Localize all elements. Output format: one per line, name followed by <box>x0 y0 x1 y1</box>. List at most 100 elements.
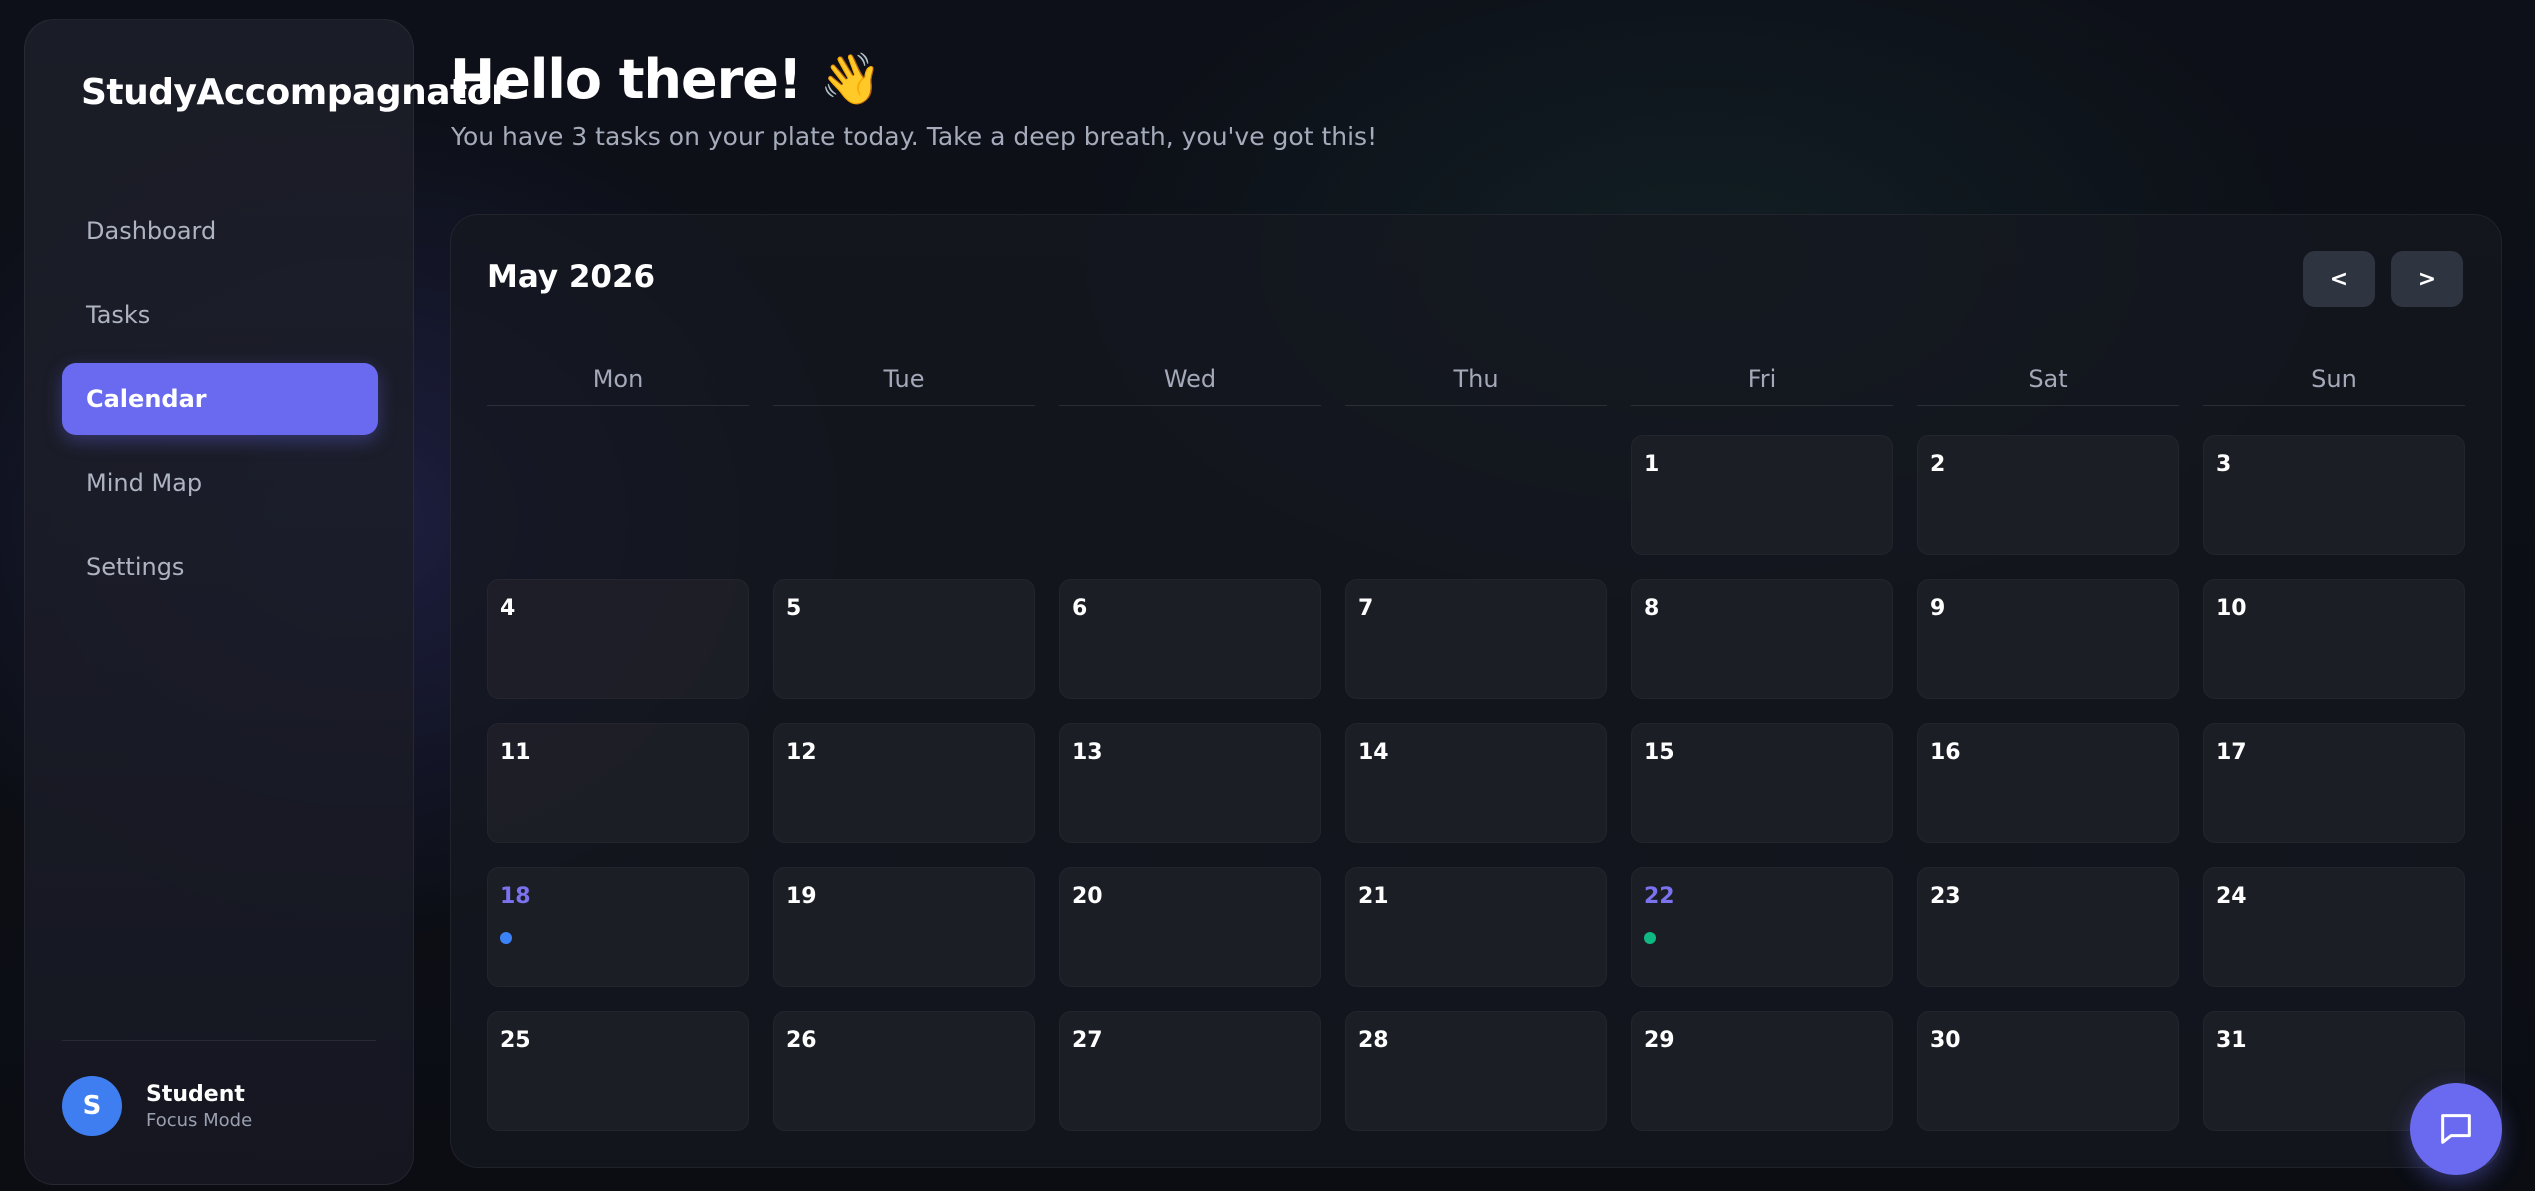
sidebar-item-tasks[interactable]: Tasks <box>62 279 378 351</box>
calendar-day-14[interactable]: 14 <box>1345 723 1607 843</box>
calendar-day-number: 21 <box>1358 884 1389 909</box>
calendar-day-11[interactable]: 11 <box>487 723 749 843</box>
calendar-day-30[interactable]: 30 <box>1917 1011 2179 1131</box>
calendar-day-17[interactable]: 17 <box>2203 723 2465 843</box>
calendar-day-number: 8 <box>1644 596 1660 621</box>
sidebar-nav: Dashboard Tasks Calendar Mind Map Settin… <box>62 195 378 615</box>
calendar-day-number: 11 <box>500 740 531 765</box>
chat-bubble-icon <box>2441 1114 2471 1144</box>
calendar-day-number: 28 <box>1358 1028 1389 1053</box>
calendar-day-28[interactable]: 28 <box>1345 1011 1607 1131</box>
calendar-day-number: 31 <box>2216 1028 2247 1053</box>
calendar-day-number: 29 <box>1644 1028 1675 1053</box>
calendar-day-number: 15 <box>1644 740 1675 765</box>
user-name: Student <box>146 1081 245 1107</box>
page-subtitle: You have 3 tasks on your plate today. Ta… <box>451 122 1378 151</box>
calendar-day-3[interactable]: 3 <box>2203 435 2465 555</box>
sidebar-item-dashboard[interactable]: Dashboard <box>62 195 378 267</box>
weekday-header: Mon Tue Wed Thu Fri Sat Sun <box>487 365 2465 406</box>
calendar-day-number: 1 <box>1644 452 1660 477</box>
calendar-empty-cell <box>1345 435 1607 555</box>
weekday-wed: Wed <box>1059 365 1321 406</box>
sidebar-divider <box>62 1040 376 1041</box>
calendar-day-number: 25 <box>500 1028 531 1053</box>
weekday-sat: Sat <box>1917 365 2179 406</box>
calendar-day-number: 9 <box>1930 596 1946 621</box>
calendar-day-number: 7 <box>1358 596 1374 621</box>
user-info: Student Focus Mode <box>146 1082 252 1131</box>
calendar-day-number: 14 <box>1358 740 1389 765</box>
calendar-day-15[interactable]: 15 <box>1631 723 1893 843</box>
weekday-mon: Mon <box>487 365 749 406</box>
calendar-day-23[interactable]: 23 <box>1917 867 2179 987</box>
calendar-day-number: 5 <box>786 596 802 621</box>
calendar-day-21[interactable]: 21 <box>1345 867 1607 987</box>
calendar-day-5[interactable]: 5 <box>773 579 1035 699</box>
calendar-day-number: 12 <box>786 740 817 765</box>
calendar-empty-cell <box>773 435 1035 555</box>
sidebar-item-mind-map[interactable]: Mind Map <box>62 447 378 519</box>
calendar-day-19[interactable]: 19 <box>773 867 1035 987</box>
calendar-day-number: 27 <box>1072 1028 1103 1053</box>
calendar-day-4[interactable]: 4 <box>487 579 749 699</box>
calendar-card: May 2026 < > Mon Tue Wed Thu Fri Sat Sun… <box>450 214 2502 1168</box>
calendar-day-number: 16 <box>1930 740 1961 765</box>
brand-logo-text[interactable]: StudyAccompagnator <box>81 72 509 113</box>
avatar[interactable]: S <box>62 1076 122 1136</box>
calendar-day-26[interactable]: 26 <box>773 1011 1035 1131</box>
chat-button[interactable] <box>2410 1083 2502 1175</box>
calendar-day-9[interactable]: 9 <box>1917 579 2179 699</box>
calendar-day-27[interactable]: 27 <box>1059 1011 1321 1131</box>
calendar-day-number: 18 <box>500 884 531 909</box>
sidebar: StudyAccompagnator Dashboard Tasks Calen… <box>24 19 509 1185</box>
calendar-day-number: 3 <box>2216 452 2232 477</box>
calendar-day-1[interactable]: 1 <box>1631 435 1893 555</box>
calendar-day-number: 30 <box>1930 1028 1961 1053</box>
next-month-button[interactable]: > <box>2391 251 2463 307</box>
weekday-thu: Thu <box>1345 365 1607 406</box>
calendar-day-22[interactable]: 22 <box>1631 867 1893 987</box>
sidebar-item-settings[interactable]: Settings <box>62 531 378 603</box>
calendar-day-number: 19 <box>786 884 817 909</box>
calendar-day-number: 17 <box>2216 740 2247 765</box>
user-status: Focus Mode <box>146 1109 253 1131</box>
calendar-month-label: May 2026 <box>487 259 656 295</box>
calendar-day-10[interactable]: 10 <box>2203 579 2465 699</box>
calendar-day-25[interactable]: 25 <box>487 1011 749 1131</box>
page-title: Hello there! 👋 <box>450 48 882 111</box>
calendar-empty-cell <box>1059 435 1321 555</box>
weekday-tue: Tue <box>773 365 1035 406</box>
calendar-empty-cell <box>487 435 749 555</box>
previous-month-button[interactable]: < <box>2303 251 2375 307</box>
greeting-text: Hello there! <box>450 48 802 111</box>
calendar-day-number: 4 <box>500 596 516 621</box>
calendar-day-number: 23 <box>1930 884 1961 909</box>
user-profile[interactable]: S Student Focus Mode <box>62 1076 252 1136</box>
calendar-day-29[interactable]: 29 <box>1631 1011 1893 1131</box>
calendar-day-7[interactable]: 7 <box>1345 579 1607 699</box>
calendar-day-number: 10 <box>2216 596 2247 621</box>
weekday-sun: Sun <box>2203 365 2465 406</box>
sidebar-item-calendar[interactable]: Calendar <box>62 363 378 435</box>
calendar-day-number: 2 <box>1930 452 1946 477</box>
calendar-day-number: 6 <box>1072 596 1088 621</box>
weekday-fri: Fri <box>1631 365 1893 406</box>
calendar-day-number: 13 <box>1072 740 1103 765</box>
task-indicator-dot <box>500 932 512 944</box>
calendar-day-8[interactable]: 8 <box>1631 579 1893 699</box>
calendar-day-18[interactable]: 18 <box>487 867 749 987</box>
calendar-day-number: 26 <box>786 1028 817 1053</box>
calendar-day-20[interactable]: 20 <box>1059 867 1321 987</box>
calendar-day-number: 22 <box>1644 884 1675 909</box>
calendar-day-2[interactable]: 2 <box>1917 435 2179 555</box>
calendar-day-13[interactable]: 13 <box>1059 723 1321 843</box>
task-indicator-dot <box>1644 932 1656 944</box>
calendar-day-number: 24 <box>2216 884 2247 909</box>
calendar-grid: 1 2 3 4 5 6 7 8 9 10 11 12 13 14 15 16 17 18 19 20 21 22 23 24 2… <box>487 435 2465 1131</box>
waving-hand-icon: 👋 <box>819 50 882 108</box>
calendar-day-24[interactable]: 24 <box>2203 867 2465 987</box>
calendar-day-16[interactable]: 16 <box>1917 723 2179 843</box>
calendar-day-number: 20 <box>1072 884 1103 909</box>
calendar-day-6[interactable]: 6 <box>1059 579 1321 699</box>
calendar-day-12[interactable]: 12 <box>773 723 1035 843</box>
